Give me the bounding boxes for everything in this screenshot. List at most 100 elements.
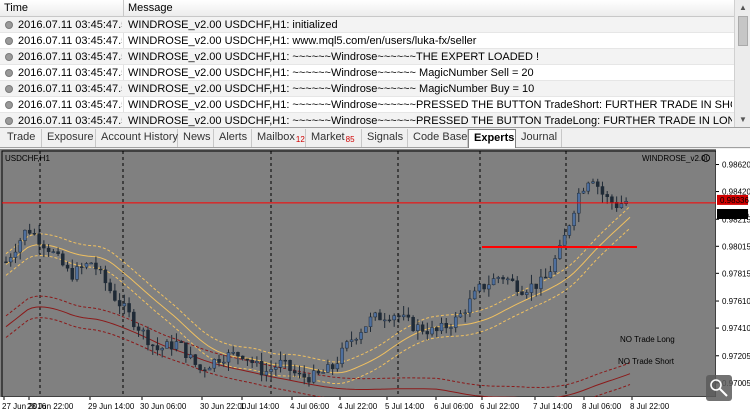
candle-body	[382, 319, 387, 322]
candle-body	[515, 280, 519, 292]
time-axis-label: 29 Jun 14:00	[88, 402, 135, 411]
price-chart[interactable]: USDCHF,H1 WINDROSE_v2.00 NO Trade Long NO T…	[0, 149, 750, 417]
row-message: WINDROSE_v2.00 USDCHF,H1: ~~~~~~Windrose…	[128, 99, 732, 111]
table-row[interactable]: 2016.07.11 03:45:47.543 WINDROSE_v2.00 US…	[0, 97, 734, 113]
tab-journal[interactable]: Journal	[516, 129, 562, 147]
time-axis-label: 8 Jul 06:00	[582, 402, 622, 411]
candle-body	[491, 278, 496, 286]
candle-body	[420, 324, 425, 332]
tab-signals[interactable]: Signals	[362, 129, 408, 147]
candle-body	[61, 253, 65, 266]
tab-label: Exposure	[47, 131, 94, 143]
candle-body	[198, 364, 202, 371]
time-axis-label: 4 Jul 22:00	[338, 402, 378, 411]
table-row[interactable]: 2016.07.11 03:45:47.543 WINDROSE_v2.00 US…	[0, 49, 734, 65]
candle-body	[572, 212, 576, 226]
candle-body	[302, 373, 306, 378]
scroll-thumb[interactable]	[738, 16, 748, 46]
table-row[interactable]: 2016.07.11 03:45:47.543 WINDROSE_v2.00 US…	[0, 33, 734, 49]
candle-body	[543, 276, 548, 279]
tab-trade[interactable]: Trade	[2, 129, 42, 147]
candle-body	[222, 361, 226, 364]
candle-body	[364, 326, 368, 333]
candle-body	[591, 181, 595, 184]
candle-body	[411, 316, 415, 331]
candle-body	[581, 190, 586, 194]
scroll-up-icon[interactable]: ▲	[736, 1, 750, 15]
table-row[interactable]: 2016.07.11 03:45:47.543 WINDROSE_v2.00 US…	[0, 17, 734, 33]
tab-label: News	[183, 131, 211, 143]
candle-body	[37, 233, 41, 245]
time-axis-label: 6 Jul 06:00	[434, 402, 474, 411]
candle-body	[274, 367, 278, 370]
candle-body	[562, 235, 567, 246]
candle-body	[56, 251, 60, 255]
candle-body	[548, 271, 553, 279]
candle-body	[610, 196, 614, 203]
row-time: 2016.07.11 03:45:47.543	[18, 19, 122, 31]
candle-body	[4, 261, 8, 264]
candle-body	[79, 266, 84, 268]
chart-symbol-label: USDCHF,H1	[5, 154, 50, 163]
candle-body	[160, 348, 164, 351]
candle-body	[425, 331, 430, 335]
candle-body	[193, 354, 198, 365]
chart-canvas[interactable]: USDCHF,H1 WINDROSE_v2.00 NO Trade Long NO T…	[0, 149, 750, 417]
column-header-time[interactable]: Time	[0, 0, 124, 17]
candle-body	[510, 278, 515, 281]
candle-body	[463, 312, 467, 315]
tab-account-history[interactable]: Account History	[96, 129, 178, 147]
candle-body	[345, 341, 349, 349]
experts-log-table[interactable]: Time Message 2016.07.11 03:45:47.543 WIND…	[0, 0, 750, 128]
candle-body	[288, 360, 292, 371]
tab-code-base[interactable]: Code Base	[408, 129, 468, 147]
candle-body	[236, 352, 240, 357]
tab-label: Alerts	[219, 131, 248, 143]
row-time: 2016.07.11 03:45:47.543	[18, 35, 122, 47]
tab-count-badge: 12	[295, 135, 305, 144]
table-row[interactable]: 2016.07.11 03:45:47.543 WINDROSE_v2.00 US…	[0, 65, 734, 81]
table-row[interactable]: 2016.07.11 03:45:47.543 WINDROSE_v2.00 US…	[0, 81, 734, 97]
vertical-scrollbar[interactable]: ▲ ▼	[734, 0, 750, 127]
candle-body	[23, 229, 27, 241]
candle-body	[264, 371, 269, 376]
scroll-down-icon[interactable]: ▼	[736, 113, 750, 127]
candle-body	[150, 344, 155, 347]
tab-label: Market	[311, 131, 345, 143]
tab-mailbox[interactable]: Mailbox12	[252, 129, 306, 147]
tab-label: Signals	[367, 131, 404, 143]
candle-body	[435, 327, 439, 332]
row-time: 2016.07.11 03:45:47.543	[18, 115, 122, 127]
candle-body	[108, 282, 112, 292]
tab-exposure[interactable]: Exposure	[42, 129, 96, 147]
candle-body	[534, 283, 538, 289]
candle-body	[70, 267, 75, 280]
column-header-message[interactable]: Message	[124, 0, 734, 17]
row-time: 2016.07.11 03:45:47.543	[18, 51, 122, 63]
candle-body	[330, 364, 335, 370]
candle-body	[496, 277, 501, 279]
candle-body	[487, 284, 491, 290]
tab-experts[interactable]: Experts	[468, 129, 516, 148]
price-axis-label: 0.97410	[722, 324, 750, 333]
candle-body	[203, 369, 207, 372]
candle-body	[184, 342, 188, 359]
row-message: WINDROSE_v2.00 USDCHF,H1: initialized	[128, 19, 338, 31]
candle-body	[155, 345, 160, 351]
candle-body	[368, 316, 373, 327]
table-row[interactable]: 2016.07.11 03:45:47.543 WINDROSE_v2.00 US…	[0, 113, 734, 127]
candle-body	[307, 377, 311, 383]
candle-body	[335, 363, 340, 370]
tab-alerts[interactable]: Alerts	[214, 129, 252, 147]
candle-body	[340, 347, 344, 365]
candle-body	[297, 372, 302, 375]
tab-news[interactable]: News	[178, 129, 214, 147]
price-axis-label: 0.98620	[722, 161, 750, 170]
candle-body	[217, 359, 221, 363]
tab-market[interactable]: Market85	[306, 129, 362, 147]
row-message: WINDROSE_v2.00 USDCHF,H1: www.mql5.com/e…	[128, 35, 477, 47]
candle-body	[127, 303, 131, 313]
candle-body	[136, 326, 141, 331]
candle-body	[520, 291, 524, 295]
candle-body	[472, 290, 477, 300]
